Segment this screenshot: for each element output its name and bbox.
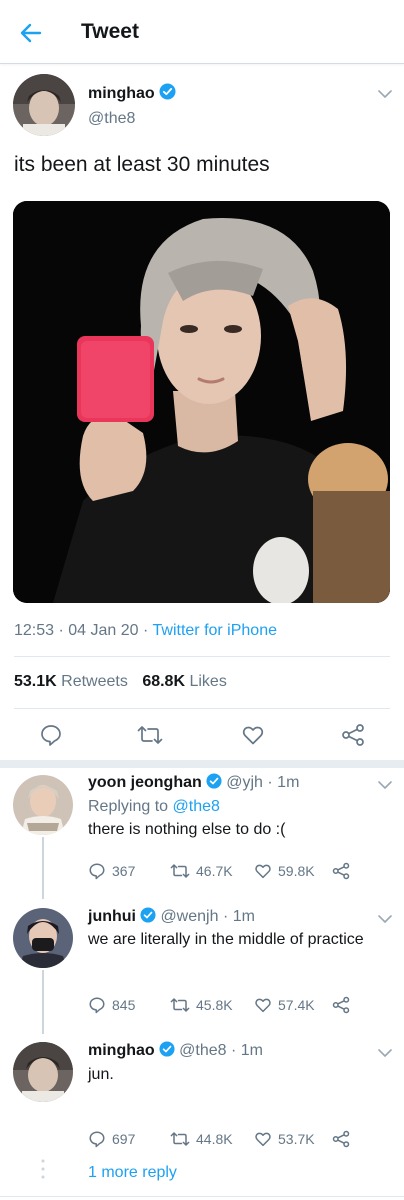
verified-icon <box>206 773 222 794</box>
verified-icon <box>159 83 176 105</box>
tweet-photo[interactable] <box>13 201 390 603</box>
retweet-icon[interactable] <box>137 723 163 752</box>
thread-continuation-dots <box>41 1158 45 1180</box>
section-divider <box>0 760 404 768</box>
reply-author[interactable]: yoon jeonghan @yjh · 1m <box>88 773 299 794</box>
author-handle: @the8 <box>88 110 136 127</box>
reply-author[interactable]: minghao @the8 · 1m <box>88 1041 263 1062</box>
divider <box>0 1196 404 1197</box>
replying-to-link[interactable]: @the8 <box>173 798 220 815</box>
tweet-time: 12:53 <box>14 622 55 639</box>
share-button[interactable] <box>332 862 356 880</box>
verified-icon <box>140 907 156 928</box>
tweet-date: 04 Jan 20 <box>68 622 139 639</box>
meta-separator: · <box>143 622 149 639</box>
divider <box>14 708 390 709</box>
reply-text: jun. <box>88 1066 114 1083</box>
back-arrow-icon[interactable] <box>18 20 44 46</box>
replying-to: Replying to @the8 <box>88 798 220 815</box>
like-button[interactable]: 53.7K <box>254 1130 315 1148</box>
chevron-down-icon[interactable] <box>377 1045 393 1063</box>
chevron-down-icon[interactable] <box>377 86 393 104</box>
chevron-down-icon[interactable] <box>377 911 393 929</box>
divider <box>14 656 390 657</box>
avatar[interactable] <box>13 908 73 968</box>
reply-button[interactable]: 697 <box>88 1130 135 1148</box>
avatar[interactable] <box>13 1042 73 1102</box>
share-button[interactable] <box>332 1130 356 1148</box>
reply-text: we are literally in the middle of practi… <box>88 931 364 948</box>
like-button[interactable]: 59.8K <box>254 862 315 880</box>
likes-stat[interactable]: 68.8K Likes <box>142 673 227 690</box>
reply-text: there is nothing else to do :( <box>88 821 286 838</box>
reply-icon[interactable] <box>39 723 63 752</box>
page-title: Tweet <box>81 20 139 43</box>
tweet-source-link[interactable]: Twitter for iPhone <box>153 622 278 639</box>
chevron-down-icon[interactable] <box>377 777 393 795</box>
reply-button[interactable]: 367 <box>88 862 135 880</box>
tweet-stats: 53.1K Retweets 68.8K Likes <box>14 673 227 691</box>
share-icon[interactable] <box>341 723 365 752</box>
like-button[interactable]: 57.4K <box>254 996 315 1014</box>
retweet-button[interactable]: 45.8K <box>170 996 233 1014</box>
avatar[interactable] <box>13 775 73 835</box>
reply-author[interactable]: junhui @wenjh · 1m <box>88 907 255 928</box>
avatar[interactable] <box>13 74 75 136</box>
reply-button[interactable]: 845 <box>88 996 135 1014</box>
top-bar: Tweet <box>0 0 404 64</box>
reply-action-bar: 367 46.7K 59.8K <box>88 862 388 884</box>
retweet-button[interactable]: 46.7K <box>170 862 233 880</box>
share-button[interactable] <box>332 996 356 1014</box>
thread-line <box>42 837 44 899</box>
retweet-button[interactable]: 44.8K <box>170 1130 233 1148</box>
reply-action-bar: 845 45.8K 57.4K <box>88 996 388 1018</box>
reply-action-bar: 697 44.8K 53.7K <box>88 1130 388 1152</box>
tweet-text: its been at least 30 minutes <box>14 153 270 176</box>
meta-separator: · <box>58 622 64 639</box>
tweet-meta: 12:53 · 04 Jan 20 · Twitter for iPhone <box>14 622 277 640</box>
verified-icon <box>159 1041 175 1062</box>
thread-line <box>42 970 44 1034</box>
retweets-stat[interactable]: 53.1K Retweets <box>14 673 128 690</box>
author-name[interactable]: minghao <box>88 83 176 105</box>
show-more-replies-link[interactable]: 1 more reply <box>88 1164 177 1182</box>
like-icon[interactable] <box>241 723 265 752</box>
